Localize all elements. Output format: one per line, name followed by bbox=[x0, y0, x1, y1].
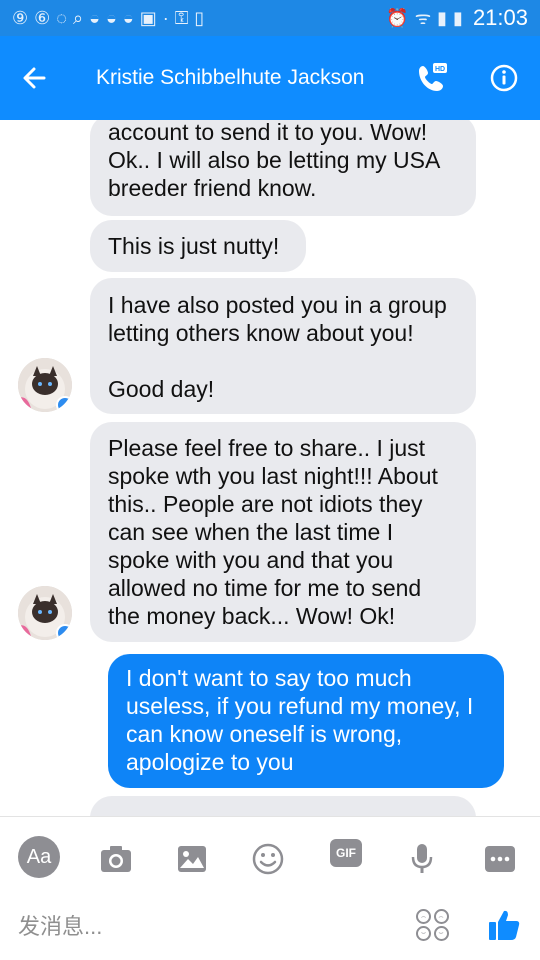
message-bubble-sent[interactable]: I don't want to say too much useless, if… bbox=[108, 654, 504, 788]
more-button[interactable] bbox=[478, 837, 522, 881]
microphone-button[interactable] bbox=[400, 837, 444, 881]
thumbs-up-icon bbox=[489, 910, 520, 940]
weibo-icon: ◒ bbox=[122, 8, 134, 28]
battery-icon: ▮ bbox=[453, 8, 463, 28]
emoji-button[interactable] bbox=[246, 837, 290, 881]
camera-icon bbox=[101, 846, 131, 872]
gif-button[interactable]: GIF bbox=[330, 839, 362, 867]
avatar[interactable] bbox=[18, 358, 72, 412]
status-left-icons: ⑨ ⑥ ◌ ⌕ ◒ ◒ ◒ ▣ · ⚿ ▯ bbox=[12, 9, 204, 27]
screen-icon: ▯ bbox=[194, 8, 205, 28]
microphone-icon bbox=[411, 844, 433, 873]
message-bubble-partial[interactable] bbox=[90, 796, 476, 816]
composer: Aa GIF 发消息... ⌢ ⌢ ⌣ ⌣ bbox=[0, 816, 540, 960]
key-icon: ⚿ bbox=[174, 8, 189, 28]
emoji-face-icon: ⌣ bbox=[433, 925, 449, 941]
search-icon: ⌕ bbox=[72, 8, 84, 28]
status-time: 21:03 bbox=[472, 5, 528, 30]
like-button[interactable] bbox=[484, 905, 524, 945]
weibo-icon: ◒ bbox=[105, 8, 117, 28]
message-bubble[interactable]: I have also posted you in a group lettin… bbox=[90, 278, 476, 414]
emoji-face-icon: ⌢ bbox=[433, 909, 449, 924]
back-button[interactable] bbox=[0, 36, 68, 120]
messenger-badge-icon bbox=[56, 624, 72, 640]
message-input[interactable]: 发消息... bbox=[18, 905, 398, 945]
more-icon bbox=[485, 846, 515, 872]
messenger-conversation-screen: ⑨ ⑥ ◌ ⌕ ◒ ◒ ◒ ▣ · ⚿ ▯ ⏰ ᯤ ▮ ▮ 21:03 Kris… bbox=[0, 0, 540, 960]
emoji-pack-button[interactable]: ⌢ ⌢ ⌣ ⌣ bbox=[416, 909, 450, 941]
emoji-face-icon: ⌢ bbox=[416, 909, 431, 924]
aa-button[interactable]: Aa bbox=[18, 836, 60, 878]
app-icon: ⑥ bbox=[34, 8, 51, 28]
avatar[interactable] bbox=[18, 586, 72, 640]
message-bubble[interactable]: Please feel free to share.. I just spoke… bbox=[90, 422, 476, 642]
gallery-button[interactable] bbox=[170, 837, 214, 881]
emoji-icon bbox=[252, 843, 284, 875]
messenger-badge-icon bbox=[56, 396, 72, 412]
emoji-face-icon: ⌣ bbox=[416, 925, 431, 941]
contact-name[interactable]: Kristie Schibbelhute Jackson bbox=[68, 66, 396, 90]
gallery-icon bbox=[178, 846, 206, 872]
message-list[interactable]: account to send it to you. Wow! Ok.. I w… bbox=[0, 120, 540, 816]
alarm-icon: ⏰ bbox=[386, 8, 409, 28]
info-button[interactable] bbox=[468, 36, 540, 120]
phone-hd-icon: HD bbox=[419, 63, 447, 91]
camera-button[interactable] bbox=[94, 837, 138, 881]
weibo-icon: ◒ bbox=[89, 8, 100, 28]
message-bubble[interactable]: This is just nutty! bbox=[90, 220, 306, 272]
loop-icon: ◌ bbox=[56, 8, 67, 28]
status-bar: ⑨ ⑥ ◌ ⌕ ◒ ◒ ◒ ▣ · ⚿ ▯ ⏰ ᯤ ▮ ▮ 21:03 bbox=[0, 0, 540, 36]
notification-9-icon: ⑨ bbox=[12, 8, 29, 28]
wifi-icon: ᯤ bbox=[414, 8, 432, 28]
hd-call-button[interactable]: HD bbox=[396, 36, 468, 120]
image-icon: ▣ bbox=[139, 8, 157, 28]
small-dot-icon: · bbox=[162, 8, 169, 28]
conversation-header: Kristie Schibbelhute Jackson HD bbox=[0, 36, 540, 120]
hd-label: HD bbox=[435, 66, 445, 73]
arrow-left-icon bbox=[23, 67, 46, 89]
message-bubble[interactable]: account to send it to you. Wow! Ok.. I w… bbox=[90, 120, 476, 216]
info-icon bbox=[490, 64, 518, 92]
status-right-icons: ⏰ ᯤ ▮ ▮ 21:03 bbox=[386, 5, 528, 31]
signal-icon: ▮ bbox=[437, 8, 448, 28]
